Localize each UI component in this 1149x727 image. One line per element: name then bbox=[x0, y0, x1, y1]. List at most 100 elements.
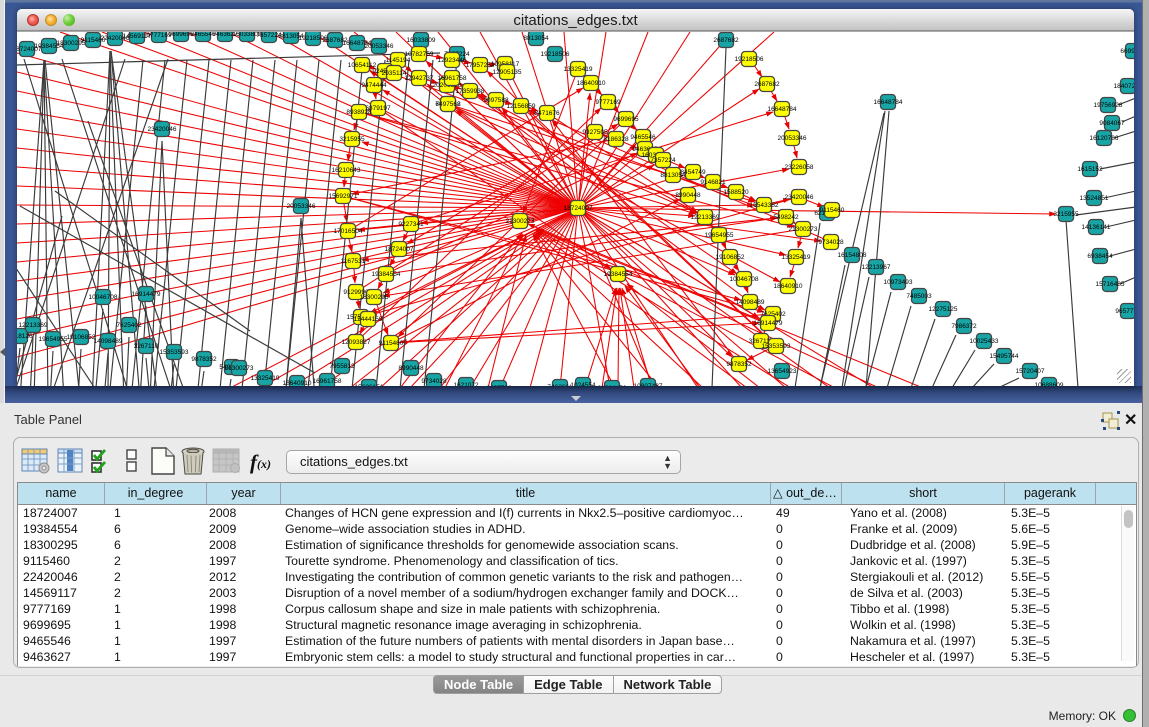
svg-text:9474444: 9474444 bbox=[361, 82, 387, 89]
svg-text:10973493: 10973493 bbox=[884, 279, 913, 286]
svg-text:15716485: 15716485 bbox=[1096, 281, 1125, 288]
svg-text:7462661: 7462661 bbox=[547, 384, 573, 386]
svg-text:13325419: 13325419 bbox=[782, 254, 811, 261]
svg-text:1621072: 1621072 bbox=[453, 382, 479, 386]
svg-text:21300273: 21300273 bbox=[225, 365, 254, 372]
svg-text:7625402: 7625402 bbox=[116, 322, 142, 329]
svg-text:9146821: 9146821 bbox=[700, 179, 726, 186]
svg-text:8990448: 8990448 bbox=[398, 365, 424, 372]
svg-text:6497568: 6497568 bbox=[486, 385, 512, 386]
svg-text:16961758: 16961758 bbox=[313, 378, 342, 385]
svg-text:12213369: 12213369 bbox=[691, 214, 720, 221]
svg-text:16120786: 16120786 bbox=[1090, 135, 1119, 142]
svg-text:(x): (x) bbox=[257, 457, 271, 471]
svg-text:19756928: 19756928 bbox=[1094, 102, 1123, 109]
svg-text:1024554: 1024554 bbox=[570, 382, 596, 386]
svg-text:2687682: 2687682 bbox=[754, 81, 780, 88]
svg-text:18300295: 18300295 bbox=[360, 294, 389, 301]
svg-text:8186328: 8186328 bbox=[603, 136, 629, 143]
svg-text:12942737: 12942737 bbox=[405, 75, 434, 82]
svg-text:18407249: 18407249 bbox=[1114, 83, 1134, 90]
svg-text:3215955: 3215955 bbox=[339, 136, 365, 143]
svg-text:9878352: 9878352 bbox=[726, 361, 752, 368]
svg-text:15626151: 15626151 bbox=[355, 384, 384, 386]
svg-text:5498242: 5498242 bbox=[773, 214, 799, 221]
svg-text:20053346: 20053346 bbox=[778, 135, 807, 142]
svg-text:19218506: 19218506 bbox=[541, 51, 570, 58]
svg-text:14136141: 14136141 bbox=[1082, 224, 1111, 231]
svg-text:23420046: 23420046 bbox=[785, 194, 814, 201]
svg-text:9465546: 9465546 bbox=[630, 134, 656, 141]
svg-text:23420046: 23420046 bbox=[148, 126, 177, 133]
svg-text:9327505: 9327505 bbox=[582, 129, 608, 136]
svg-text:12444159: 12444159 bbox=[354, 316, 383, 323]
svg-text:10046708: 10046708 bbox=[89, 294, 118, 301]
svg-text:15353593: 15353593 bbox=[160, 349, 189, 356]
svg-text:9097588: 9097588 bbox=[483, 97, 509, 104]
svg-text:2718126: 2718126 bbox=[17, 333, 33, 340]
svg-text:17016504: 17016504 bbox=[334, 228, 363, 235]
svg-text:21300273: 21300273 bbox=[506, 218, 535, 225]
svg-text:13654923: 13654923 bbox=[768, 368, 797, 375]
svg-text:19106852: 19106852 bbox=[67, 334, 96, 341]
svg-text:6699695: 6699695 bbox=[1120, 48, 1134, 55]
svg-text:3267110: 3267110 bbox=[134, 343, 159, 350]
svg-text:9734028: 9734028 bbox=[421, 378, 447, 385]
svg-text:9115460: 9115460 bbox=[379, 340, 404, 347]
svg-text:18640910: 18640910 bbox=[577, 80, 606, 87]
svg-text:12213369: 12213369 bbox=[19, 322, 48, 329]
svg-text:9084067: 9084067 bbox=[1099, 120, 1125, 127]
svg-text:10807487: 10807487 bbox=[634, 383, 663, 386]
svg-text:15495744: 15495744 bbox=[990, 353, 1019, 360]
svg-text:8938928: 8938928 bbox=[346, 109, 372, 116]
svg-text:19384554: 19384554 bbox=[604, 271, 633, 278]
svg-text:14098489: 14098489 bbox=[94, 338, 123, 345]
svg-text:19106852: 19106852 bbox=[716, 254, 745, 261]
svg-text:18640910: 18640910 bbox=[283, 380, 312, 386]
svg-text:3215955: 3215955 bbox=[1053, 211, 1079, 218]
svg-text:16210643: 16210643 bbox=[332, 167, 361, 174]
svg-text:16033809: 16033809 bbox=[407, 37, 436, 44]
svg-text:15692971: 15692971 bbox=[329, 193, 358, 200]
svg-text:12923446: 12923446 bbox=[438, 57, 467, 64]
svg-text:7357224: 7357224 bbox=[650, 157, 676, 164]
svg-text:7986372: 7986372 bbox=[951, 323, 977, 330]
svg-text:12275125: 12275125 bbox=[929, 306, 958, 313]
svg-text:16543362: 16543362 bbox=[750, 202, 779, 209]
svg-text:6497568: 6497568 bbox=[435, 101, 461, 108]
svg-text:9657771: 9657771 bbox=[1115, 308, 1134, 315]
svg-text:9777169: 9777169 bbox=[595, 99, 621, 106]
svg-text:16648784: 16648784 bbox=[874, 99, 903, 106]
svg-text:7485003: 7485003 bbox=[906, 293, 932, 300]
svg-text:14098489: 14098489 bbox=[736, 299, 765, 306]
svg-text:8813054: 8813054 bbox=[523, 35, 549, 42]
svg-text:12905135: 12905135 bbox=[493, 69, 522, 76]
svg-text:21364456: 21364456 bbox=[598, 385, 627, 386]
svg-text:15720407: 15720407 bbox=[1016, 368, 1045, 375]
svg-text:16914479: 16914479 bbox=[132, 291, 161, 298]
svg-text:16961758: 16961758 bbox=[438, 75, 467, 82]
svg-text:19654955: 19654955 bbox=[39, 336, 68, 343]
svg-text:9227341: 9227341 bbox=[398, 221, 424, 228]
svg-text:17359938: 17359938 bbox=[456, 88, 485, 95]
svg-text:16648784: 16648784 bbox=[768, 106, 797, 113]
svg-text:21300273: 21300273 bbox=[789, 226, 818, 233]
svg-text:12213967: 12213967 bbox=[862, 264, 891, 271]
svg-text:18640910: 18640910 bbox=[774, 283, 803, 290]
svg-text:19654955: 19654955 bbox=[705, 232, 734, 239]
svg-text:13325419: 13325419 bbox=[564, 66, 593, 73]
svg-text:7955812: 7955812 bbox=[329, 363, 355, 370]
svg-text:23226058: 23226058 bbox=[785, 164, 814, 171]
svg-text:13325419: 13325419 bbox=[251, 375, 280, 382]
svg-text:1588520: 1588520 bbox=[723, 189, 749, 196]
svg-text:2935114: 2935114 bbox=[382, 70, 407, 77]
svg-text:12093827: 12093827 bbox=[342, 339, 371, 346]
svg-text:20053346: 20053346 bbox=[365, 43, 394, 50]
svg-text:8990448: 8990448 bbox=[675, 192, 701, 199]
svg-text:10046708: 10046708 bbox=[730, 276, 759, 283]
svg-text:1615152: 1615152 bbox=[1077, 166, 1103, 173]
svg-text:12156859: 12156859 bbox=[507, 103, 536, 110]
svg-text:18724007: 18724007 bbox=[385, 246, 414, 253]
svg-text:8454749: 8454749 bbox=[680, 169, 706, 176]
svg-text:13524851: 13524851 bbox=[1080, 195, 1109, 202]
